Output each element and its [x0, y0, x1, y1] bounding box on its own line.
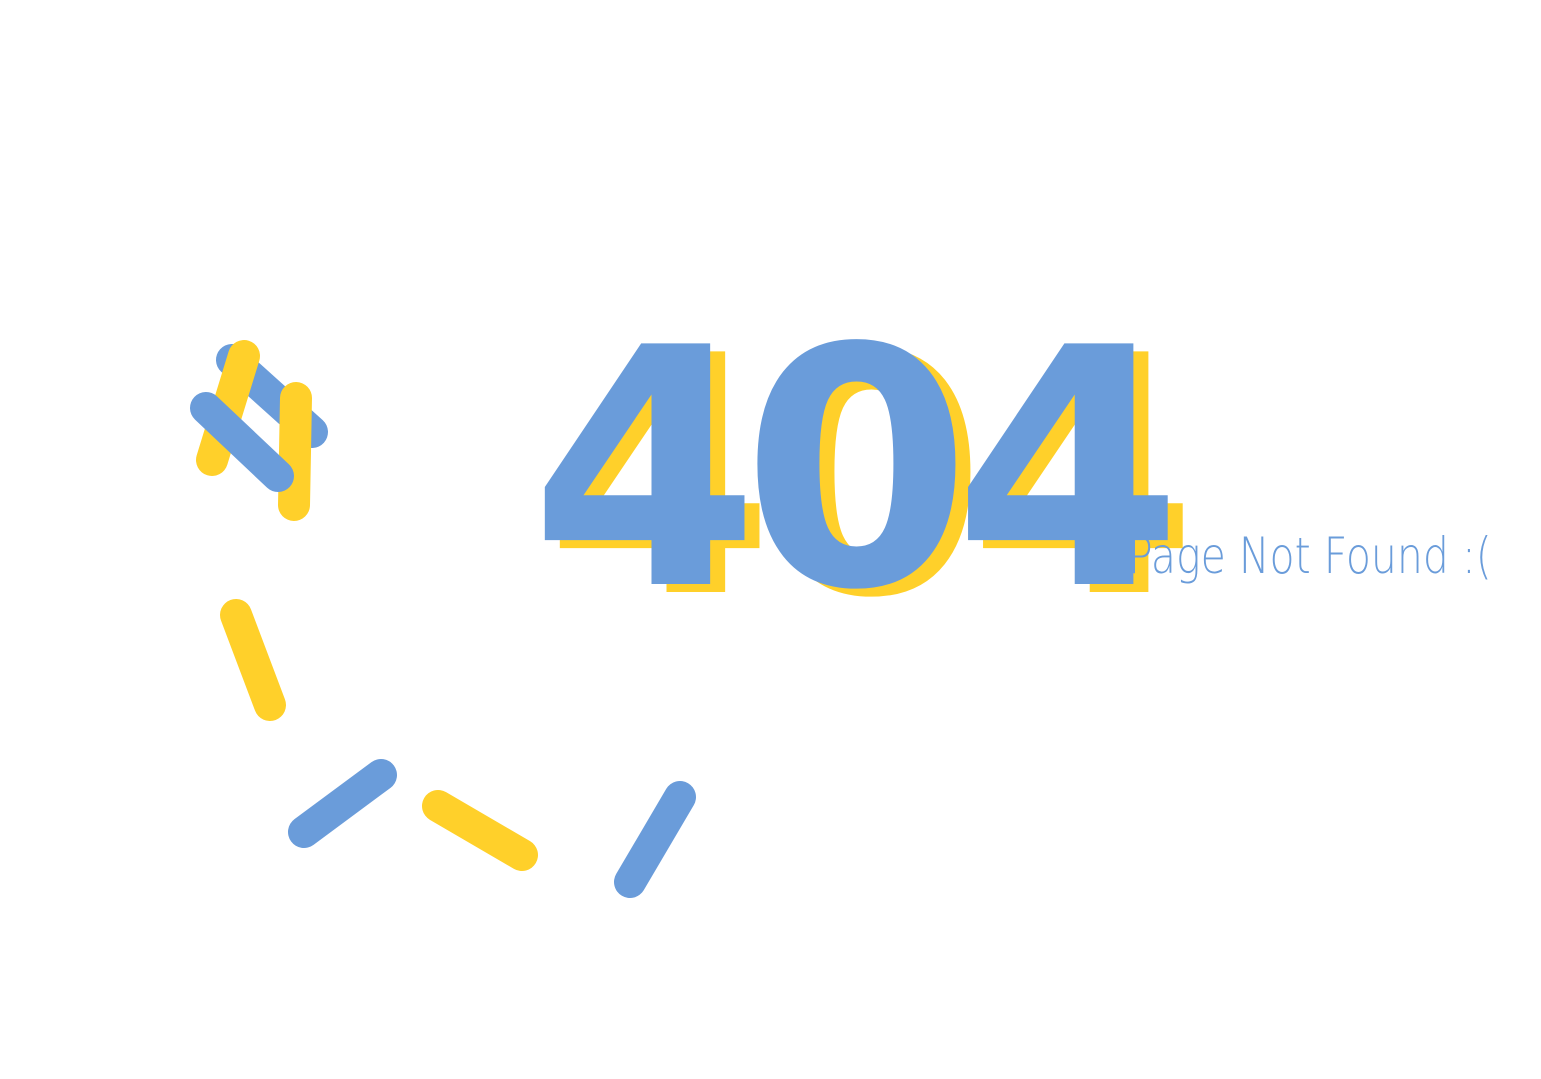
error-code-group: 404 404: [530, 300, 1198, 648]
confetti-yellow-stroke: [422, 790, 538, 871]
error-message: Page Not Found :(: [1128, 527, 1492, 585]
confetti-yellow-stroke: [278, 382, 312, 521]
confetti-blue-stroke: [614, 781, 696, 898]
error-code: 404: [530, 278, 1183, 662]
error-page: 404 404 Page Not Found :(: [0, 0, 1541, 1079]
confetti-blue-stroke: [288, 759, 397, 848]
confetti-yellow-stroke: [220, 599, 286, 721]
